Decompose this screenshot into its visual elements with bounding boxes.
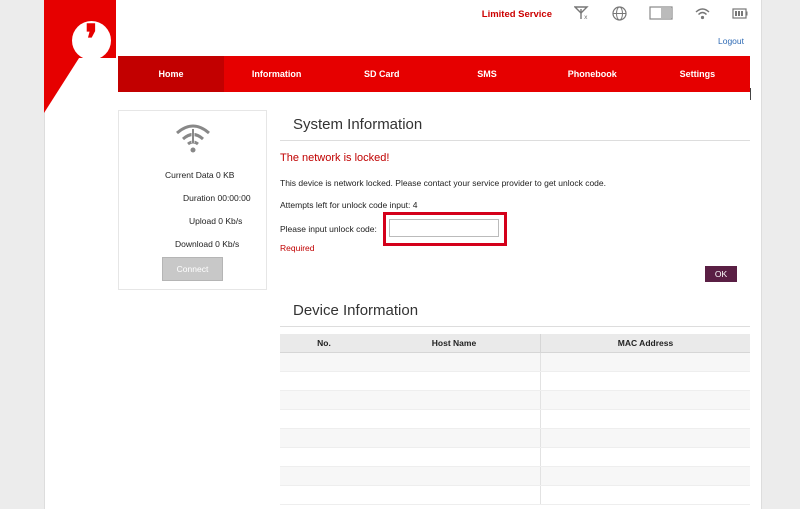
system-info-title: System Information — [293, 116, 423, 133]
nav-tab-sms[interactable]: SMS — [434, 56, 539, 92]
column-header-host-name: Host Name — [368, 334, 541, 352]
sim-icon — [649, 6, 673, 22]
device-table-header: No. Host Name MAC Address — [280, 334, 750, 353]
battery-icon — [732, 7, 748, 21]
required-text: Required — [280, 243, 315, 253]
lock-description: This device is network locked. Please co… — [280, 178, 606, 188]
device-table: No. Host Name MAC Address — [280, 334, 750, 505]
system-info-divider — [280, 140, 750, 141]
device-info-title: Device Information — [293, 302, 419, 319]
device-info-divider — [280, 326, 750, 327]
unlock-code-label: Please input unlock code: — [280, 224, 377, 234]
wifi-disabled-icon — [176, 124, 210, 153]
globe-icon — [612, 5, 627, 23]
table-row — [280, 372, 750, 391]
wifi-icon — [695, 7, 710, 22]
main-nav: Home Information SD Card SMS Phonebook S… — [118, 56, 750, 92]
connection-panel: Current Data 0 KB Duration 00:00:00 Uplo… — [118, 110, 267, 290]
attempts-left-text: Attempts left for unlock code input: 4 — [280, 200, 418, 210]
connect-button[interactable]: Connect — [162, 257, 223, 281]
ok-button[interactable]: OK — [705, 266, 737, 282]
current-data-text: Current Data 0 KB — [165, 170, 235, 180]
download-text: Download 0 Kb/s — [175, 239, 240, 249]
nav-tab-information[interactable]: Information — [224, 56, 329, 92]
column-header-mac-address: MAC Address — [617, 338, 674, 348]
nav-tab-phonebook[interactable]: Phonebook — [540, 56, 645, 92]
nav-tab-settings[interactable]: Settings — [645, 56, 750, 92]
unlock-code-input[interactable] — [389, 219, 499, 237]
table-row — [280, 391, 750, 410]
logout-link[interactable]: Logout — [718, 36, 744, 46]
duration-text: Duration 00:00:00 — [183, 193, 251, 203]
table-row — [280, 467, 750, 486]
table-row — [280, 448, 750, 467]
nav-tab-sd-card[interactable]: SD Card — [329, 56, 434, 92]
network-locked-message: The network is locked! — [280, 152, 390, 164]
column-header-no: No. — [317, 338, 331, 348]
no-signal-icon: x — [573, 6, 590, 22]
nav-tab-home[interactable]: Home — [118, 56, 224, 92]
table-row — [280, 429, 750, 448]
table-row — [280, 486, 750, 505]
table-row — [280, 410, 750, 429]
vodafone-speechmark-icon: ❜ — [85, 16, 98, 63]
status-bar: Limited Service x — [481, 5, 748, 23]
table-row — [280, 353, 750, 372]
nav-divider — [750, 88, 751, 100]
svg-text:x: x — [584, 14, 588, 20]
network-status-text: Limited Service — [481, 8, 552, 20]
upload-text: Upload 0 Kb/s — [189, 216, 243, 226]
